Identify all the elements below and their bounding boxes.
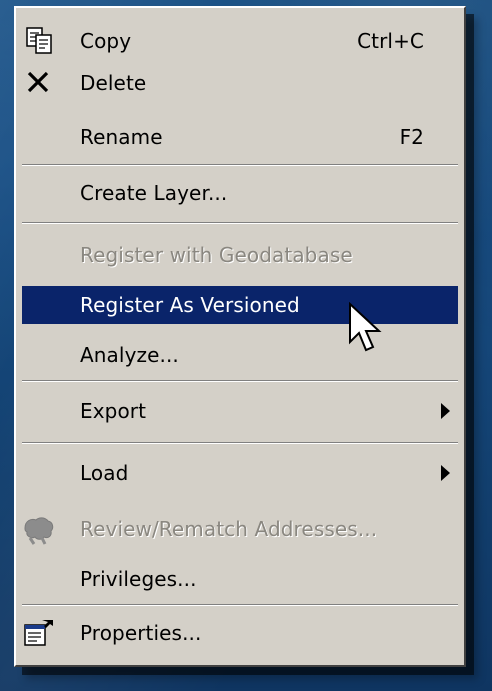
menu-item-create-layer[interactable]: Create Layer... (22, 174, 458, 212)
menu-item-properties[interactable]: Properties... (22, 614, 458, 652)
menu-item-label: Export (80, 399, 147, 423)
delete-x-icon (27, 71, 49, 93)
menu-item-label: Load (80, 461, 129, 485)
menu-item-label: Rename (80, 125, 163, 149)
menu-separator (22, 442, 458, 444)
menu-item-label: Create Layer... (80, 181, 228, 205)
submenu-arrow-icon (441, 403, 450, 419)
menu-item-label: Analyze... (80, 343, 179, 367)
menu-item-label: Register As Versioned (80, 293, 300, 317)
properties-icon (24, 620, 53, 646)
menu-separator (22, 380, 458, 382)
context-menu: Copy Ctrl+C Delete Rename F2 Create Laye… (14, 6, 466, 667)
menu-item-label: Review/Rematch Addresses... (80, 517, 378, 541)
menu-item-register-as-versioned[interactable]: Register As Versioned (22, 286, 458, 324)
menu-separator (22, 164, 458, 166)
menu-item-rename[interactable]: Rename F2 (22, 118, 458, 156)
menu-item-label: Register with Geodatabase (80, 243, 353, 267)
menu-separator (22, 604, 458, 606)
menu-item-label: Delete (80, 71, 147, 95)
menu-item-analyze[interactable]: Analyze... (22, 336, 458, 374)
menu-item-label: Properties... (80, 621, 202, 645)
menu-item-register-with-geodatabase: Register with Geodatabase (22, 236, 458, 274)
menu-item-privileges[interactable]: Privileges... (22, 560, 458, 598)
menu-item-load[interactable]: Load (22, 454, 458, 492)
mouse-pointer-icon (349, 302, 382, 352)
menu-item-shortcut: F2 (399, 125, 424, 149)
menu-item-shortcut: Ctrl+C (357, 29, 424, 53)
geocode-icon (24, 517, 54, 545)
menu-item-label: Privileges... (80, 567, 197, 591)
menu-separator (22, 222, 458, 224)
menu-item-export[interactable]: Export (22, 392, 458, 430)
menu-item-review-rematch-addresses: Review/Rematch Addresses... (22, 510, 458, 548)
menu-item-label: Copy (80, 29, 132, 53)
submenu-arrow-icon (441, 465, 450, 481)
copy-icon (26, 27, 52, 54)
menu-item-delete[interactable]: Delete (22, 64, 458, 102)
menu-item-copy[interactable]: Copy Ctrl+C (22, 22, 458, 60)
